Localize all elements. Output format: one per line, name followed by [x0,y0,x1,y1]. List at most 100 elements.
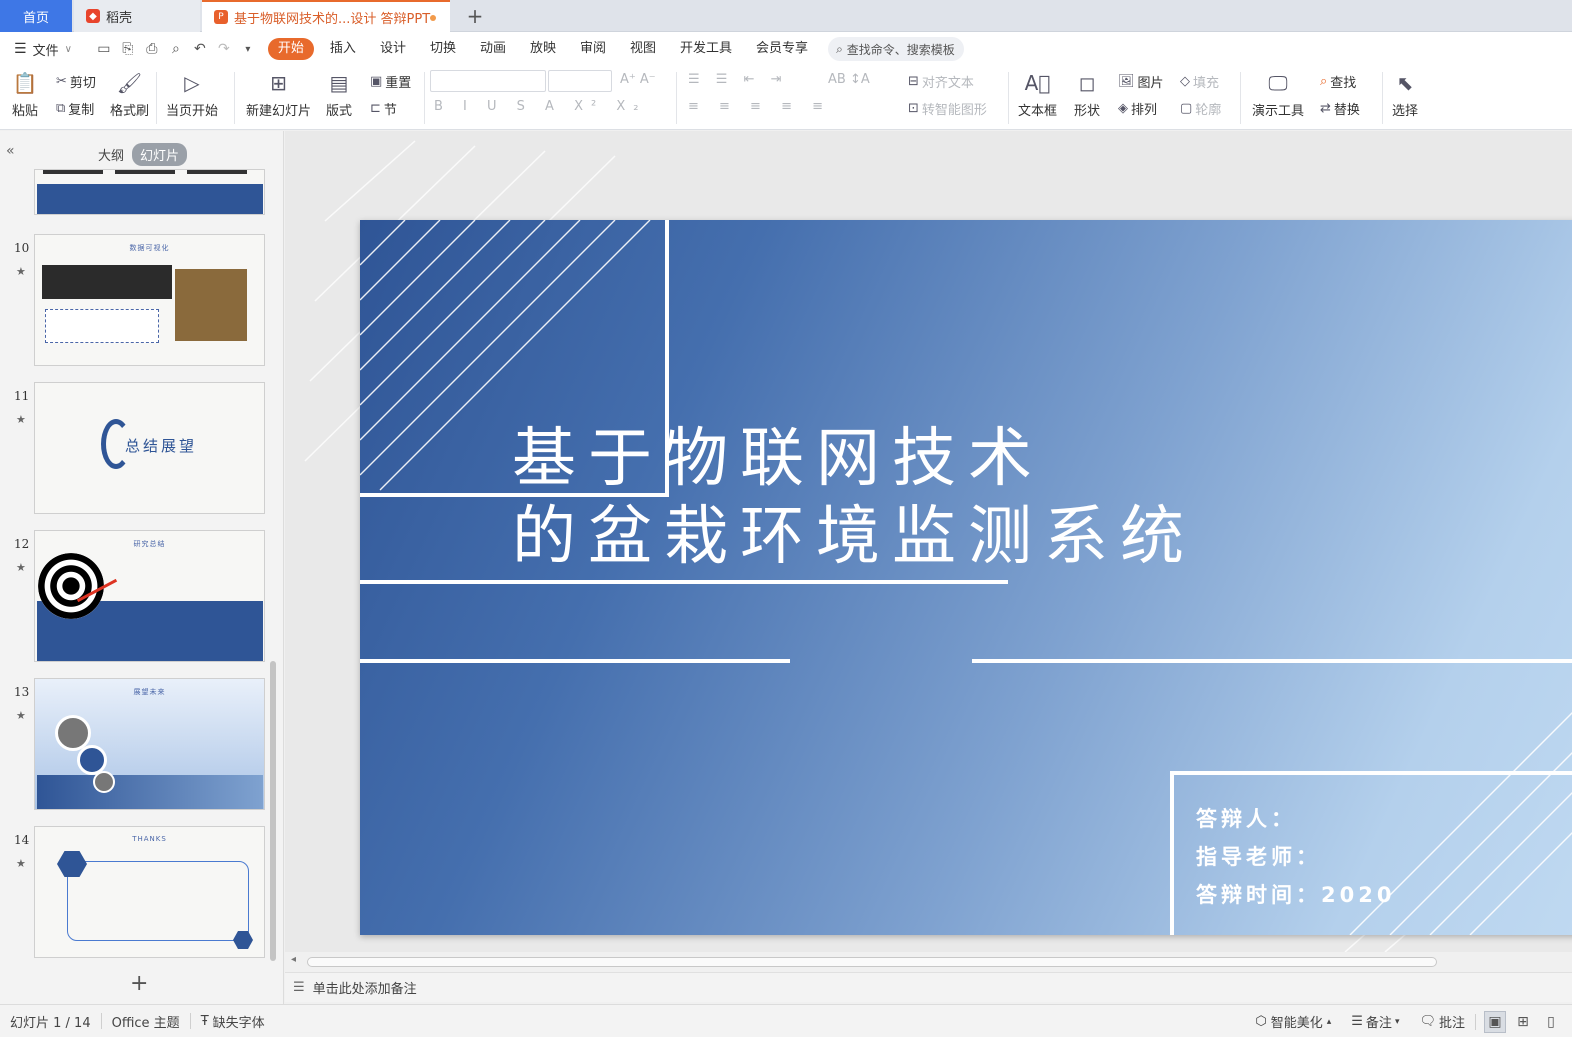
slide-title-textbox[interactable]: 基于物联网技术 的盆栽环境监测系统 [512,420,1196,576]
animation-star-icon: ★ [16,561,26,574]
tab-animation[interactable]: 动画 [468,38,518,60]
replace-button[interactable]: ⇄ 替换 [1320,99,1360,118]
fill-button[interactable]: ◇ 填充 [1180,72,1219,91]
start-from-current-button[interactable]: ▷ 当页开始 [166,70,218,119]
normal-view-icon[interactable]: ▣ [1484,1010,1506,1033]
outline-icon: ▢ [1180,101,1193,116]
align-text-button[interactable]: ⊟ 对齐文本 [908,72,974,91]
thumb-bar [187,170,247,174]
outline-button[interactable]: ▢ 轮廓 [1180,99,1221,118]
slide-thumbnail-13[interactable]: 展望未来 [34,678,265,810]
notes-toggle-button[interactable]: ☰ 备注 ▾ [1341,1012,1409,1031]
tab-review[interactable]: 审阅 [568,38,618,60]
text-box-button[interactable]: A⃞ 文本框 [1018,70,1057,119]
ppt-file-icon: P [214,10,228,24]
reading-view-icon[interactable]: ▯ [1540,1011,1562,1033]
collapse-panel-icon[interactable]: « [6,143,15,159]
tab-insert[interactable]: 插入 [318,38,368,60]
quick-access-toolbar: ▭ ⎘ ⎙ ⌕ ↶ ↷ ▾ [92,41,260,57]
layout-button[interactable]: ▤ 版式 [326,70,352,119]
font-size-select[interactable] [548,70,612,92]
shape-button[interactable]: ◻ 形状 [1074,70,1100,119]
arrange-button[interactable]: ◈ 排列 [1118,99,1157,118]
theme-name[interactable]: Office 主题 [102,1012,190,1031]
slide-number: 13 [14,685,30,699]
slide-number: 12 [14,537,30,551]
ribbon-separator [676,72,677,124]
text-direction-button[interactable]: AB ↕A [828,72,870,87]
tab-document[interactable]: P 基于物联网技术的...设计 答辩PPT [202,0,450,32]
panel-scrollbar[interactable] [270,661,276,961]
tab-slides[interactable]: 幻灯片 [132,143,188,166]
paragraph-align-buttons[interactable]: ≡ ≡ ≡ ≡ ≡ [688,99,831,114]
tab-transition[interactable]: 切换 [418,38,468,60]
beautify-icon: ⬡ [1255,1014,1267,1029]
section-button[interactable]: ⊏ 节 [370,99,397,118]
present-tools-button[interactable]: 🖵 演示工具 [1252,70,1304,119]
tab-developer[interactable]: 开发工具 [668,38,744,60]
redo-icon[interactable]: ↷ [212,41,236,57]
tab-slideshow[interactable]: 放映 [518,38,568,60]
print-icon[interactable]: ⎙ [140,41,164,57]
tab-outline[interactable]: 大纲 [90,143,132,166]
paste-button[interactable]: 📋 粘贴 [12,70,38,119]
smart-beautify-button[interactable]: ⬡ 智能美化 ▴ [1245,1012,1341,1031]
tab-member[interactable]: 会员专享 [744,38,820,60]
section-label: 节 [383,103,397,118]
slide-thumbnail-10[interactable]: 数据可视化 [34,234,265,366]
tab-document-label: 基于物联网技术的...设计 答辩PPT [234,11,431,27]
text-format-buttons[interactable]: B I U S A X² X₂ [434,99,646,114]
arrange-label: 排列 [1131,103,1158,118]
notes-pane[interactable]: ☰ 单击此处添加备注 [285,972,1572,1002]
cut-button[interactable]: ✂ 剪切 [56,72,96,91]
convert-smartart-button[interactable]: ⊡ 转智能图形 [908,99,987,118]
slide-thumbnail-12[interactable]: 研究总结 [34,530,265,662]
slide-thumbnail-9[interactable] [34,169,265,215]
font-family-select[interactable] [430,70,546,92]
tab-start[interactable]: 开始 [267,38,314,60]
start-from-current-label: 当页开始 [166,104,219,119]
slide-thumbnail-14[interactable]: THANKS [34,826,265,958]
print-preview-icon[interactable]: ⌕ [164,41,188,57]
tab-design[interactable]: 设计 [368,38,418,60]
reset-label: 重置 [385,76,412,91]
new-slide-button[interactable]: ⊞ 新建幻灯片 [246,70,311,119]
copy-button[interactable]: ⧉ 复制 [56,99,94,118]
horizontal-scroll-thumb[interactable] [307,957,1437,967]
current-slide[interactable]: 基于物联网技术 的盆栽环境监测系统 答辩人： 指导老师： 答辩时间：2020 [360,220,1572,935]
picture-button[interactable]: 🖼 图片 [1118,72,1164,91]
ribbon-separator [1382,72,1383,124]
tab-home[interactable]: 首页 [0,0,72,32]
undo-icon[interactable]: ↶ [188,41,212,57]
ribbon-separator [1240,72,1241,124]
select-button[interactable]: ⬉ 选择 [1392,70,1418,119]
format-painter-button[interactable]: 🖌 格式刷 [110,70,149,119]
export-icon[interactable]: ⎘ [116,41,140,57]
customize-toolbar-icon[interactable]: ▾ [236,44,260,55]
thumb-photo [175,269,247,341]
save-icon[interactable]: ▭ [92,41,116,57]
select-label: 选择 [1392,104,1419,119]
slide-info-textbox[interactable]: 答辩人： 指导老师： 答辩时间：2020 [1196,800,1395,914]
thumb-target-icon [38,553,104,619]
list-buttons[interactable]: ☰ ☰ ⇤ ⇥ [688,72,788,87]
command-search-input[interactable]: ⌕ 查找命令、搜索模板 [828,37,965,61]
add-slide-button[interactable]: + [130,971,148,996]
file-menu-button[interactable]: ☰ 文件 ∨ [14,40,72,59]
layout-label: 版式 [326,104,353,119]
slide-editor-canvas: 基于物联网技术 的盆栽环境监测系统 答辩人： 指导老师： 答辩时间：2020 [285,131,1572,952]
tab-view[interactable]: 视图 [618,38,668,60]
replace-icon: ⇄ [1320,101,1331,116]
scroll-left-icon[interactable]: ◂ [291,954,296,965]
font-grow-button[interactable]: A⁺ A⁻ [620,72,656,87]
find-button[interactable]: ⌕ 查找 [1320,72,1356,91]
picture-label: 图片 [1137,76,1164,91]
animation-star-icon: ★ [16,709,26,722]
reset-button[interactable]: ▣ 重置 [370,72,411,91]
new-tab-button[interactable]: + [458,0,492,32]
comments-button[interactable]: 🗨 批注 [1409,1012,1475,1031]
slide-sorter-view-icon[interactable]: ⊞ [1512,1011,1534,1033]
slide-thumbnail-11[interactable]: 总结展望 [34,382,265,514]
tab-daoke[interactable]: ◆ 稻壳 [74,0,200,32]
missing-font-button[interactable]: Ŧ 缺失字体 [191,1012,275,1031]
